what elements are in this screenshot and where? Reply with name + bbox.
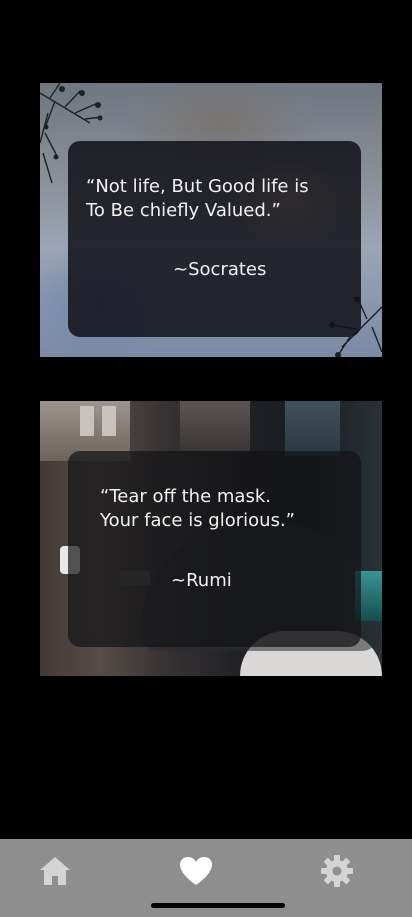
home-tab[interactable] xyxy=(37,853,73,889)
settings-tab[interactable] xyxy=(319,853,355,889)
heart-icon xyxy=(180,857,212,885)
window-image xyxy=(80,406,94,436)
building-image xyxy=(180,401,250,451)
glass-window-image xyxy=(285,401,340,456)
home-indicator[interactable] xyxy=(151,903,285,908)
quote-text: “Not life, But Good life is To Be chiefl… xyxy=(86,176,309,221)
quote-text: “Tear off the mask. Your face is gloriou… xyxy=(100,486,295,531)
quote-overlay xyxy=(68,451,361,647)
quote-overlay xyxy=(68,141,361,337)
favorites-tab[interactable] xyxy=(178,853,214,889)
quote-author: ~Socrates xyxy=(173,259,267,280)
quote-author: ~Rumi xyxy=(171,570,232,591)
window-image xyxy=(102,406,116,436)
gear-icon xyxy=(321,855,353,887)
home-icon xyxy=(40,857,70,885)
quote-card-socrates[interactable]: “Not life, But Good life is To Be chiefl… xyxy=(40,83,382,357)
quote-card-rumi[interactable]: “Tear off the mask. Your face is gloriou… xyxy=(40,401,382,676)
